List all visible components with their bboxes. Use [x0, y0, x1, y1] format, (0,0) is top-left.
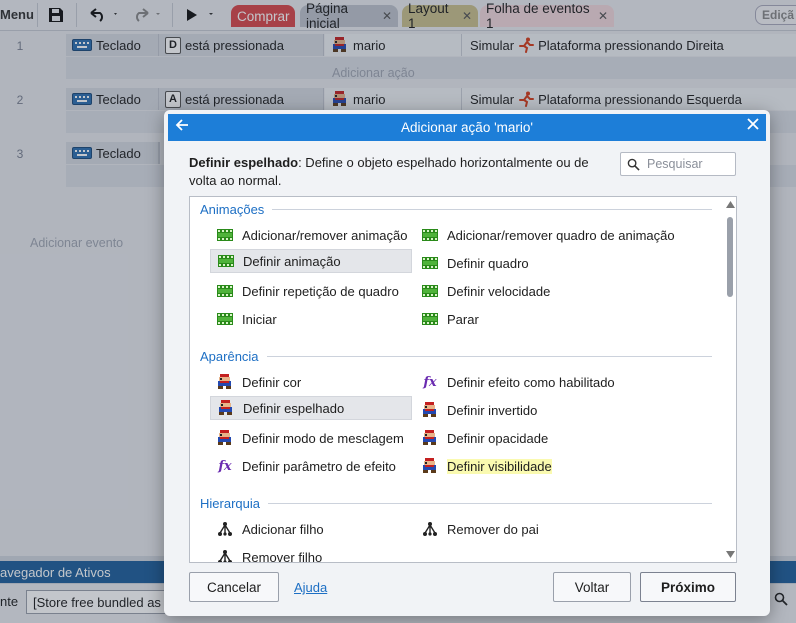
action-list: Animações Adicionar/remover animação Adi… [189, 196, 737, 563]
action-item[interactable]: Definir animação [210, 249, 412, 273]
action-label: Definir modo de mesclagem [242, 430, 404, 446]
next-button[interactable]: Próximo [640, 572, 736, 602]
action-label: Parar [447, 311, 479, 327]
film-icon [421, 254, 439, 272]
action-label: Definir opacidade [447, 430, 549, 446]
mario-icon [216, 429, 234, 447]
action-item[interactable]: Definir cor [210, 370, 412, 394]
action-label: Definir visibilidade [447, 458, 552, 474]
action-item[interactable]: Definir invertido [415, 398, 715, 422]
hierarchy-icon [216, 548, 234, 562]
action-item[interactable]: Iniciar [210, 307, 412, 331]
film-icon [421, 226, 439, 244]
action-item[interactable]: Adicionar filho [210, 517, 412, 541]
action-label: Definir quadro [447, 255, 529, 271]
action-item[interactable]: Remover filho [210, 545, 412, 563]
mario-icon [217, 399, 235, 417]
action-label: Definir repetição de quadro [242, 283, 399, 299]
film-icon [421, 310, 439, 328]
category-hierarchy: Hierarquia [200, 496, 712, 511]
category-label: Aparência [200, 349, 259, 364]
fx-icon: fx [218, 458, 232, 474]
film-icon [216, 226, 234, 244]
action-label: Definir espelhado [243, 400, 345, 416]
action-item[interactable]: fx Definir efeito como habilitado [415, 370, 715, 394]
action-item[interactable]: Adicionar/remover animação [210, 223, 412, 247]
cancel-button[interactable]: Cancelar [189, 572, 279, 602]
action-item[interactable]: Definir repetição de quadro [210, 279, 412, 303]
category-appearance: Aparência [200, 349, 712, 364]
hierarchy-icon [421, 520, 439, 538]
action-label: Definir animação [243, 253, 341, 269]
hierarchy-icon [216, 520, 234, 538]
action-label: Adicionar filho [242, 521, 324, 537]
category-label: Animações [200, 202, 265, 217]
action-label: Adicionar/remover animação [242, 227, 408, 243]
action-item[interactable]: Remover do pai [415, 517, 715, 541]
action-item[interactable]: Definir velocidade [415, 279, 715, 303]
dialog-header: Adicionar ação 'mario' [168, 114, 766, 141]
action-label: Iniciar [242, 311, 277, 327]
action-label: Remover filho [242, 549, 323, 563]
mario-icon [421, 457, 439, 475]
scroll-down-icon[interactable] [726, 551, 735, 558]
search-input[interactable]: Pesquisar [620, 152, 736, 176]
action-item[interactable]: fx Definir parâmetro de efeito [210, 454, 420, 478]
back-arrow-icon[interactable] [174, 117, 190, 138]
film-icon [216, 282, 234, 300]
dialog-title: Adicionar ação 'mario' [401, 120, 533, 135]
close-icon[interactable] [746, 117, 760, 136]
action-label: Definir efeito como habilitado [447, 374, 615, 390]
description-title: Definir espelhado [189, 155, 299, 170]
scrollbar[interactable] [724, 197, 736, 562]
film-icon [217, 252, 235, 270]
action-item[interactable]: Definir quadro [415, 251, 715, 275]
back-button[interactable]: Voltar [553, 572, 631, 602]
action-label: Remover do pai [447, 521, 539, 537]
fx-icon: fx [423, 374, 437, 390]
add-action-dialog: Adicionar ação 'mario' Definir espelhado… [164, 110, 770, 616]
scroll-up-icon[interactable] [726, 201, 735, 208]
action-description: Definir espelhado: Define o objeto espel… [189, 154, 609, 190]
search-icon [627, 158, 640, 171]
action-label: Adicionar/remover quadro de animação [447, 227, 675, 243]
mario-icon [421, 401, 439, 419]
category-animations: Animações [200, 202, 712, 217]
scrollbar-thumb[interactable] [727, 217, 733, 297]
action-item[interactable]: Adicionar/remover quadro de animação [415, 223, 715, 247]
film-icon [216, 310, 234, 328]
action-item[interactable]: Definir modo de mesclagem [210, 426, 420, 450]
action-item[interactable]: Definir opacidade [415, 426, 715, 450]
film-icon [421, 282, 439, 300]
help-link[interactable]: Ajuda [294, 580, 327, 595]
action-label: Definir invertido [447, 402, 538, 418]
action-item[interactable]: Definir visibilidade [415, 454, 715, 478]
action-item[interactable]: Parar [415, 307, 715, 331]
category-label: Hierarquia [200, 496, 260, 511]
mario-icon [421, 429, 439, 447]
action-label: Definir cor [242, 374, 302, 390]
search-placeholder: Pesquisar [647, 157, 703, 171]
action-item[interactable]: Definir espelhado [210, 396, 412, 420]
action-label: Definir velocidade [447, 283, 551, 299]
mario-icon [216, 373, 234, 391]
action-label: Definir parâmetro de efeito [242, 458, 396, 474]
